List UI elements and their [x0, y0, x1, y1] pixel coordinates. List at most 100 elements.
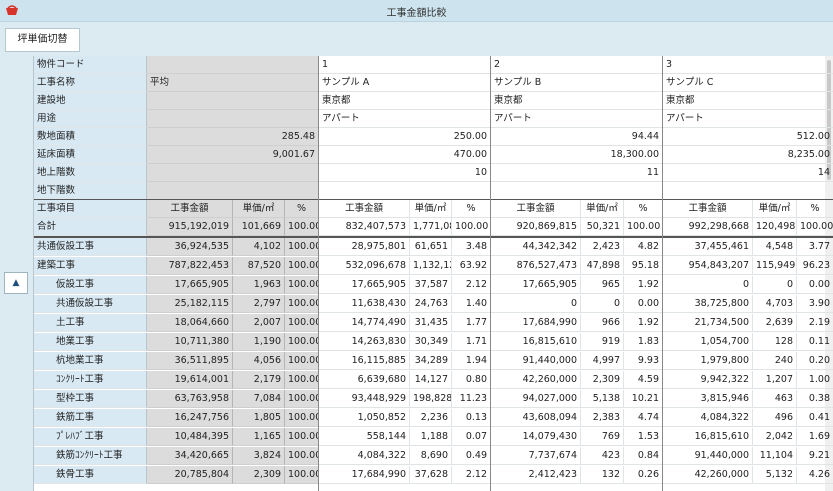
project-value-cell: 16,815,610 [663, 428, 753, 446]
project-value-cell: 1.77 [452, 314, 491, 332]
project-value-cell: 44,342,342 [491, 238, 581, 256]
project-value-cell: 30,349 [410, 333, 452, 351]
work-item-row: ﾌﾟﾚﾊﾌﾞ工事 10,484,395 1,165 100.00 558,144 1,18… [34, 428, 833, 446]
project-value-cell: 9.93 [624, 352, 663, 370]
average-value-cell: 18,064,660 [147, 314, 233, 332]
average-value-cell: 87,520 [233, 257, 285, 275]
average-value-cell: 36,924,535 [147, 238, 233, 256]
work-item-label: 鉄筋ｺﾝｸﾘｰﾄ工事 [34, 447, 147, 465]
average-value-cell: 19,614,001 [147, 371, 233, 389]
project-value-cell: 1,207 [753, 371, 797, 389]
work-item-label: 杭地業工事 [34, 352, 147, 370]
header-cell: % [624, 200, 663, 218]
project-value-cell: 3.90 [797, 295, 833, 313]
project-value-cell: 4.59 [624, 371, 663, 389]
group-divider [318, 56, 319, 491]
project-value-cell: 423 [581, 447, 624, 465]
project-value-cell: 17,684,990 [491, 314, 581, 332]
work-item-row: 共通仮設工事 25,182,115 2,797 100.00 11,638,430 24,… [34, 295, 833, 313]
info-project-value: アパート [319, 110, 491, 128]
title-bar: 工事金額比較 [0, 0, 833, 22]
total-project-cell: 832,407,573 [319, 218, 410, 236]
collapse-up-icon[interactable]: ▲ [4, 272, 28, 294]
project-value-cell: 61,651 [410, 238, 452, 256]
average-value-cell: 10,711,380 [147, 333, 233, 351]
project-value-cell: 2,412,423 [491, 466, 581, 484]
work-item-label: 建築工事 [34, 257, 147, 275]
header-cell: 単価/㎡ [581, 200, 624, 218]
project-value-cell: 42,260,000 [491, 371, 581, 389]
info-average-value [147, 110, 319, 128]
work-item-row: 土工事 18,064,660 2,007 100.00 14,774,490 31,435… [34, 314, 833, 332]
project-value-cell: 1.00 [797, 371, 833, 389]
average-value-cell: 1,805 [233, 409, 285, 427]
project-value-cell: 2,383 [581, 409, 624, 427]
info-project-value: 250.00 [319, 128, 491, 146]
project-value-cell: 1,979,800 [663, 352, 753, 370]
project-value-cell: 91,440,000 [491, 352, 581, 370]
project-value-cell: 42,260,000 [663, 466, 753, 484]
info-average-value: 9,001.67 [147, 146, 319, 164]
project-value-cell: 17,684,990 [319, 466, 410, 484]
average-value-cell: 17,665,905 [147, 276, 233, 294]
average-value-cell: 787,822,453 [147, 257, 233, 275]
tsubo-price-switch-button[interactable]: 坪単価切替 [5, 28, 80, 52]
info-row: 工事名称 平均 サンプル A サンプル B サンプル C [34, 74, 833, 92]
info-average-value: 285.48 [147, 128, 319, 146]
info-project-value [319, 182, 491, 200]
total-project-cell: 1,771,080 [410, 218, 452, 236]
project-value-cell: 16,815,610 [491, 333, 581, 351]
project-value-cell: 1.92 [624, 314, 663, 332]
info-row: 建設地 東京都 東京都 東京都 [34, 92, 833, 110]
project-value-cell: 0.13 [452, 409, 491, 427]
average-value-cell: 7,084 [233, 390, 285, 408]
project-value-cell: 0.41 [797, 409, 833, 427]
work-item-row: 仮設工事 17,665,905 1,963 100.00 17,665,905 37,58… [34, 276, 833, 294]
header-work-item: 工事項目 [34, 200, 147, 218]
work-item-row: 鉄骨工事 20,785,804 2,309 100.00 17,684,990 37,62… [34, 466, 833, 484]
project-value-cell: 37,587 [410, 276, 452, 294]
project-value-cell: 21,734,500 [663, 314, 753, 332]
info-project-value: サンプル A [319, 74, 491, 92]
project-value-cell: 128 [753, 333, 797, 351]
work-item-label: 鉄骨工事 [34, 466, 147, 484]
project-value-cell: 14,774,490 [319, 314, 410, 332]
header-cell: 工事金額 [663, 200, 753, 218]
project-value-cell: 8,690 [410, 447, 452, 465]
project-value-cell: 4.82 [624, 238, 663, 256]
project-value-cell: 91,440,000 [663, 447, 753, 465]
project-value-cell: 240 [753, 352, 797, 370]
project-value-cell: 1,188 [410, 428, 452, 446]
project-value-cell: 11,104 [753, 447, 797, 465]
header-cell: 単価/㎡ [410, 200, 452, 218]
project-value-cell: 2,042 [753, 428, 797, 446]
average-value-cell: 100.00 [285, 238, 319, 256]
work-item-label: 共通仮設工事 [34, 238, 147, 256]
project-value-cell: 1.69 [797, 428, 833, 446]
project-value-cell: 37,455,461 [663, 238, 753, 256]
average-value-cell: 2,007 [233, 314, 285, 332]
header-cell: 工事金額 [147, 200, 233, 218]
work-item-label: 型枠工事 [34, 390, 147, 408]
average-value-cell: 100.00 [285, 409, 319, 427]
info-project-value: 1 [319, 56, 491, 74]
total-row: 合計 915,192,019 101,669 100.00 832,407,573 1,7… [34, 218, 833, 236]
info-average-value [147, 92, 319, 110]
average-value-cell: 2,179 [233, 371, 285, 389]
project-value-cell: 954,843,207 [663, 257, 753, 275]
project-value-cell: 1.40 [452, 295, 491, 313]
project-value-cell: 6,639,680 [319, 371, 410, 389]
project-value-cell: 919 [581, 333, 624, 351]
work-item-row: 建築工事 787,822,453 87,520 100.00 532,096,678 1,… [34, 257, 833, 275]
header-cell: 単価/㎡ [753, 200, 797, 218]
project-value-cell: 532,096,678 [319, 257, 410, 275]
project-value-cell: 10.21 [624, 390, 663, 408]
average-value-cell: 4,056 [233, 352, 285, 370]
project-value-cell: 132 [581, 466, 624, 484]
info-project-value: 512.00 [663, 128, 833, 146]
average-value-cell: 100.00 [285, 466, 319, 484]
average-value-cell: 100.00 [285, 371, 319, 389]
project-value-cell: 1,132,121 [410, 257, 452, 275]
project-value-cell: 0.80 [452, 371, 491, 389]
project-value-cell: 16,115,885 [319, 352, 410, 370]
